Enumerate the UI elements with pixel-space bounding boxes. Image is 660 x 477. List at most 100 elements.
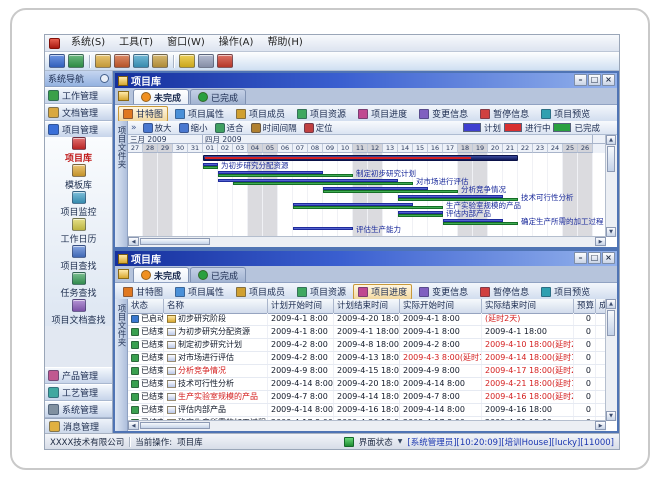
view-tab-项目属性[interactable]: 项目属性 [170,284,229,300]
scroll-left-button[interactable]: ◀ [128,421,139,430]
view-tab-项目成员[interactable]: 项目成员 [231,106,290,122]
scroll-right-button[interactable]: ▶ [595,421,606,430]
column-header-计划结束时间[interactable]: 计划结束时间 [334,299,400,313]
vertical-scrollbar[interactable]: ▲▼ [605,135,617,237]
monitor-icon[interactable] [133,54,149,68]
sidebar-group-工艺管理[interactable]: 工艺管理 [45,384,112,401]
minimize-button[interactable]: – [574,74,587,86]
restore-button[interactable]: □ [588,252,601,264]
sidebar-item-项目文档查找[interactable]: 项目文档查找 [45,299,112,326]
gantt-actual-bar[interactable] [323,190,458,193]
chart-icon[interactable] [114,54,130,68]
horizontal-scroll-thumb[interactable] [140,238,210,245]
view-tab-暂停信息[interactable]: 暂停信息 [475,284,534,300]
sidebar-item-项目查找[interactable]: 项目查找 [45,245,112,272]
table-row[interactable]: 已启动初步研究阶段2009-4-1 8:002009-4-20 18:00200… [128,313,606,326]
folder-icon[interactable] [95,54,111,68]
vertical-scroll-thumb[interactable] [607,310,615,336]
folder-sidebar-tab[interactable]: 项目文件夹 [115,121,128,247]
gantt-actual-bar[interactable] [218,174,353,177]
view-tab-甘特图[interactable]: 甘特图 [118,106,168,122]
restore-button[interactable]: □ [588,74,601,86]
table-row[interactable]: 已结束对市场进行评估2009-4-2 8:002009-4-13 18:0020… [128,352,606,365]
column-header-实际结束时间[interactable]: 实际结束时间 [482,299,574,313]
menu-item-4[interactable]: 帮助(H) [260,35,309,51]
table-row[interactable]: 已结束技术可行性分析2009-4-14 8:002009-4-20 18:002… [128,378,606,391]
gantt-actual-bar[interactable] [398,214,443,217]
menu-item-1[interactable]: 工具(T) [112,35,160,51]
table-row[interactable]: 已结束分析竞争情况2009-4-9 8:002009-4-15 18:00200… [128,365,606,378]
table-row[interactable]: 已结束制定初步研究计划2009-4-2 8:002009-4-8 18:0020… [128,339,606,352]
lock-icon[interactable] [179,54,195,68]
sidebar-item-项目库[interactable]: 项目库 [45,137,112,164]
horizontal-scroll-thumb[interactable] [140,422,210,429]
scroll-left-button[interactable]: ◀ [128,237,139,246]
pushpin-icon[interactable] [100,74,109,83]
view-tab-项目属性[interactable]: 项目属性 [170,106,229,122]
view-tab-甘特图[interactable]: 甘特图 [118,284,168,300]
gantt-actual-bar[interactable] [293,206,443,209]
sidebar-item-项目监控[interactable]: 项目监控 [45,191,112,218]
table-row[interactable]: 已结束评估内部产品2009-4-14 8:002009-4-16 18:0020… [128,404,606,417]
column-header-预算[interactable]: 预算 [574,299,596,313]
sidebar-group-项目管理[interactable]: 项目管理 [45,121,112,138]
view-tab-变更信息[interactable]: 变更信息 [414,106,473,122]
project-icon[interactable] [49,54,65,68]
column-header-计划开始时间[interactable]: 计划开始时间 [268,299,334,313]
view-tab-暂停信息[interactable]: 暂停信息 [475,106,534,122]
mail-icon[interactable] [152,54,168,68]
tab-已完成[interactable]: 已完成 [190,267,246,282]
sidebar-group-文档管理[interactable]: 文档管理 [45,104,112,121]
sidebar-group-系统管理[interactable]: 系统管理 [45,401,112,418]
view-tab-项目资源[interactable]: 项目资源 [292,284,351,300]
tab-未完成[interactable]: 未完成 [133,267,189,282]
dropdown-arrow-icon[interactable]: ▼ [398,438,403,445]
view-tab-项目进度[interactable]: 项目进度 [353,106,412,122]
column-header-实际开始时间[interactable]: 实际开始时间 [400,299,482,313]
view-tab-项目成员[interactable]: 项目成员 [231,284,290,300]
sidebar-group-工作管理[interactable]: 工作管理 [45,87,112,104]
key-icon[interactable] [198,54,214,68]
more-tools-icon[interactable]: » [131,123,137,133]
view-tab-项目预览[interactable]: 项目预览 [536,106,595,122]
gantt-tool-定位[interactable]: 定位 [301,122,336,134]
minimize-button[interactable]: – [574,252,587,264]
menu-item-2[interactable]: 窗口(W) [160,35,212,51]
horizontal-scrollbar[interactable]: ◀▶ [128,420,606,431]
sidebar-item-任务查找[interactable]: 任务查找 [45,272,112,299]
view-tab-项目进度[interactable]: 项目进度 [353,284,412,300]
menu-item-0[interactable]: 系统(S) [64,35,112,51]
menu-item-3[interactable]: 操作(A) [212,35,261,51]
gantt-tool-缩小[interactable]: 缩小 [176,122,211,134]
sidebar-item-模板库[interactable]: 模板库 [45,164,112,191]
tab-未完成[interactable]: 未完成 [133,89,189,104]
vertical-scrollbar[interactable]: ▲▼ [605,299,617,421]
gantt-tool-时间间隔[interactable]: 时间间隔 [248,122,300,134]
close-button[interactable]: × [602,74,615,86]
gantt-tool-放大[interactable]: 放大 [140,122,175,134]
view-tab-项目资源[interactable]: 项目资源 [292,106,351,122]
column-header-状态[interactable]: 状态 [128,299,164,313]
gantt-tool-适合[interactable]: 适合 [212,122,247,134]
tab-已完成[interactable]: 已完成 [190,89,246,104]
gantt-actual-bar[interactable] [233,182,413,185]
scroll-right-button[interactable]: ▶ [595,237,606,246]
refresh-icon[interactable] [68,54,84,68]
window-titlebar[interactable]: 项目库–□× [115,73,617,88]
view-tab-项目预览[interactable]: 项目预览 [536,284,595,300]
gantt-plan-bar[interactable] [293,227,353,230]
scroll-down-button[interactable]: ▼ [606,411,616,421]
gantt-actual-bar[interactable] [203,166,218,169]
close-button[interactable]: × [602,252,615,264]
gantt-actual-bar[interactable] [443,222,518,225]
vertical-scroll-thumb[interactable] [607,146,615,172]
window-titlebar[interactable]: 项目库–□× [115,251,617,266]
scroll-up-button[interactable]: ▲ [606,299,616,309]
sidebar-item-工作日历[interactable]: 工作日历 [45,218,112,245]
view-tab-变更信息[interactable]: 变更信息 [414,284,473,300]
ui-state-label[interactable]: 界面状态 [359,436,393,448]
column-header-名称[interactable]: 名称 [164,299,268,313]
table-row[interactable]: 已结束生产实验室规模的产品2009-4-7 8:002009-4-14 18:0… [128,391,606,404]
scroll-down-button[interactable]: ▼ [606,227,616,237]
scroll-up-button[interactable]: ▲ [606,135,616,145]
